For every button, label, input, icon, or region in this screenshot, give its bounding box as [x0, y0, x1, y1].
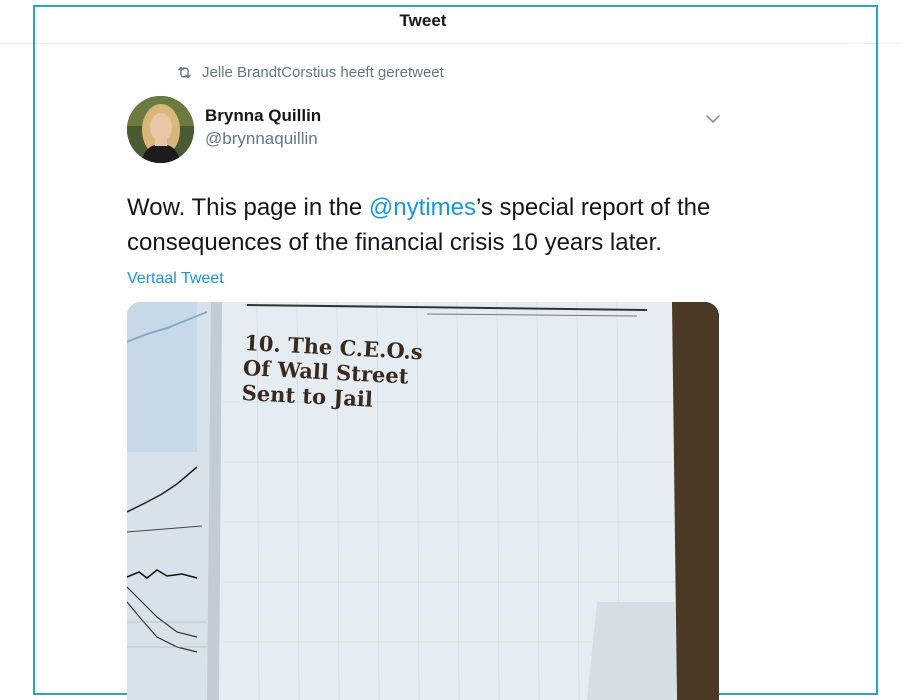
mention-link[interactable]: @nytimes: [369, 194, 476, 221]
avatar-image: [127, 96, 194, 163]
tweet-media[interactable]: 10. The C.E.O.s Of Wall Street Sent to J…: [127, 302, 719, 700]
newspaper-photo: [127, 302, 719, 700]
author-handle[interactable]: @brynnaquillin: [205, 129, 318, 149]
retweet-text: Jelle BrandtCorstius heeft geretweet: [202, 63, 444, 81]
avatar[interactable]: [127, 96, 194, 163]
tweet-text-before: Wow. This page in the: [127, 194, 369, 221]
newspaper-headline: 10. The C.E.O.s Of Wall Street Sent to J…: [241, 330, 423, 414]
translate-tweet-link[interactable]: Vertaal Tweet: [127, 270, 224, 288]
tweet-text: Wow. This page in the @nytimes’s special…: [127, 190, 727, 260]
chevron-down-icon[interactable]: [705, 112, 721, 126]
retweet-context[interactable]: Jelle BrandtCorstius heeft geretweet: [176, 62, 444, 82]
author-name[interactable]: Brynna Quillin: [205, 106, 321, 126]
retweet-icon: [178, 66, 191, 78]
